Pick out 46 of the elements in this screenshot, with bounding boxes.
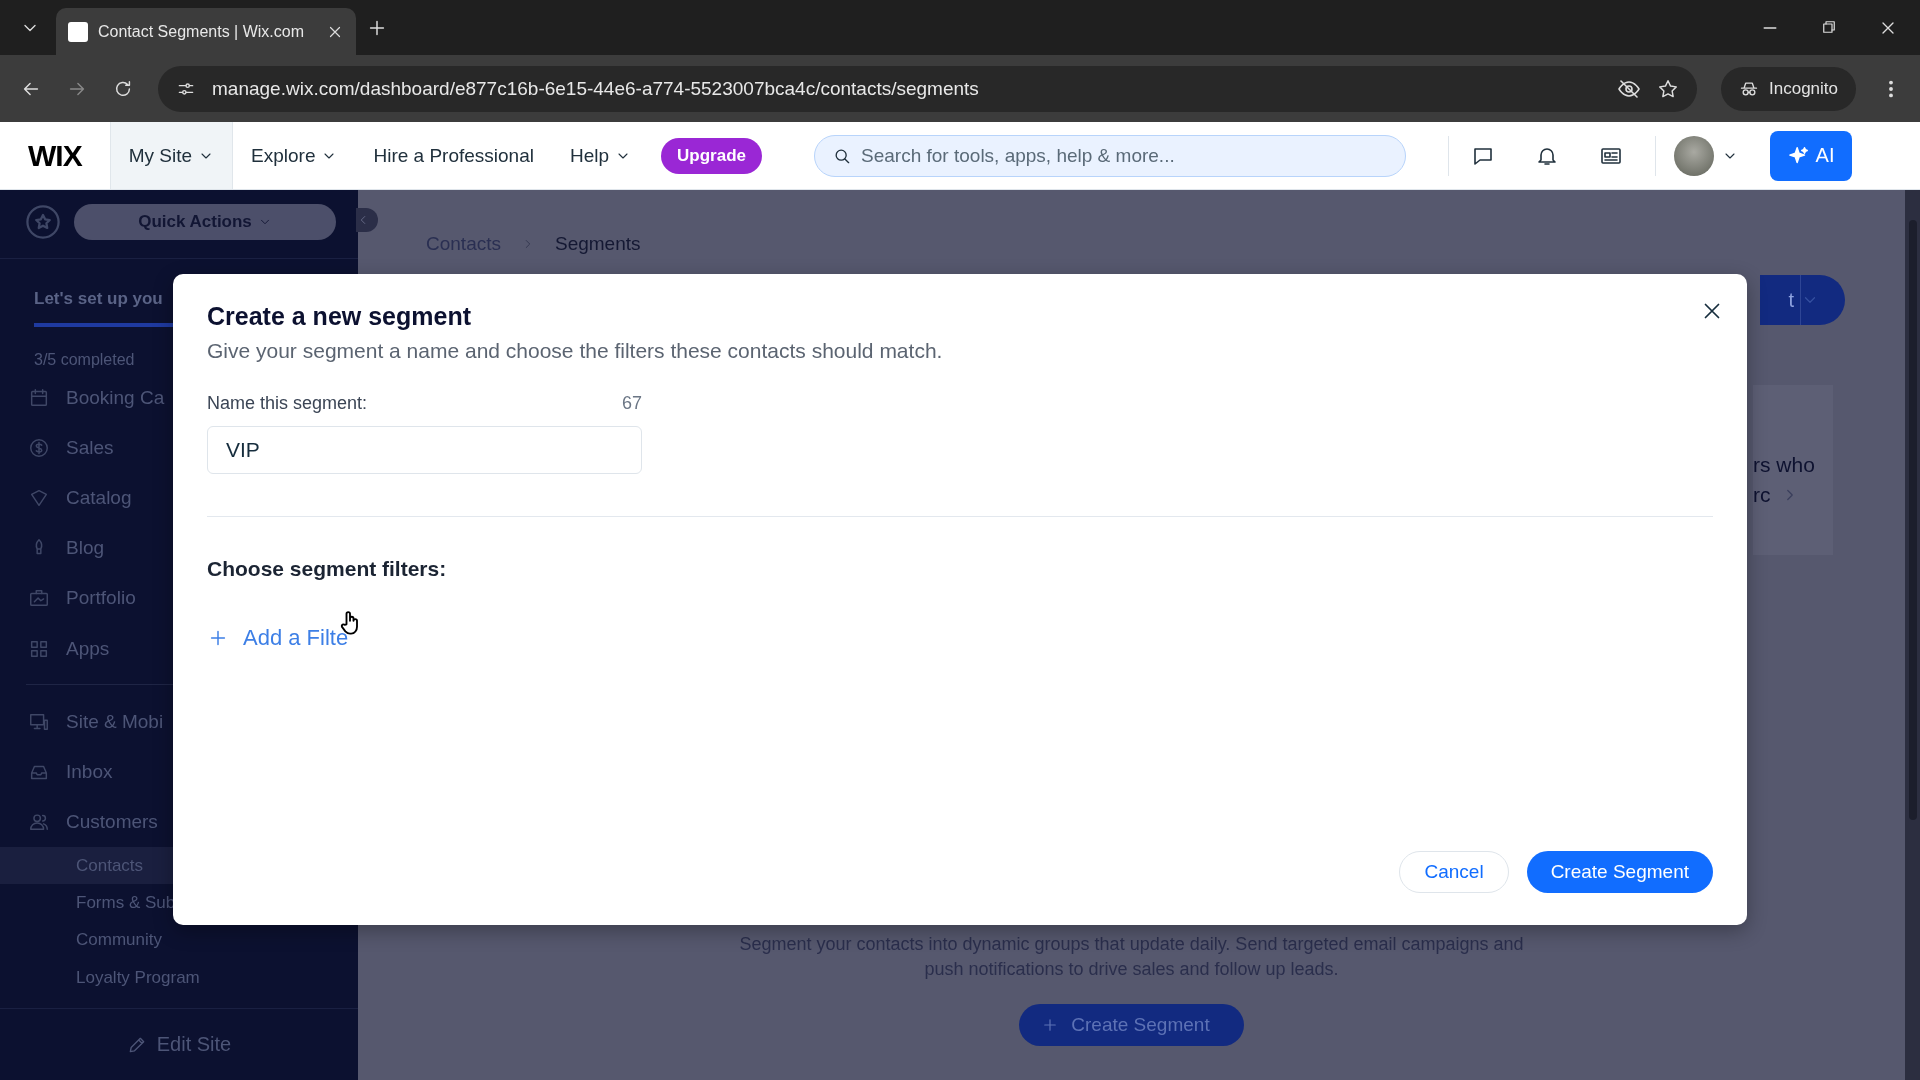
- sidebar-item[interactable]: Site & Mobi: [0, 696, 173, 747]
- section-title: Choose segment filters:: [207, 557, 448, 581]
- sidebar-item[interactable]: Apps: [0, 623, 173, 674]
- segment-name-field[interactable]: VIP: [207, 426, 642, 474]
- cancel-button[interactable]: Cancel: [1399, 851, 1509, 893]
- sidebar-item[interactable]: Customers: [0, 796, 173, 847]
- avatar[interactable]: [1674, 135, 1715, 176]
- nav-menu[interactable]: Hire a Professional: [355, 122, 552, 189]
- split-button[interactable]: t: [1760, 275, 1845, 325]
- bookmark-star-icon[interactable]: [1657, 77, 1679, 100]
- field-label: Name this segment:: [207, 393, 368, 414]
- ai-button[interactable]: AI: [1770, 130, 1853, 181]
- wix-logo: WIX: [27, 137, 84, 174]
- character-counter: 67: [621, 393, 642, 414]
- search-field[interactable]: Search for tools, apps, help & more...: [814, 134, 1407, 177]
- modal-subtitle: Give your segment a name and choose the filters these contacts should match.: [207, 339, 944, 363]
- sidebar-subitem[interactable]: Loyalty Program: [0, 958, 200, 997]
- tab-title: Contact Segments | Wix.com: [98, 22, 305, 41]
- sidebar-item[interactable]: Sales: [0, 423, 173, 474]
- calendar-icon: [28, 387, 50, 409]
- breadcrumb-current: Segments: [555, 233, 641, 255]
- sidebar-item[interactable]: Blog: [0, 523, 173, 574]
- sidebar-item[interactable]: Portfolio: [0, 573, 173, 624]
- setup-title: Let's set up you: [34, 289, 163, 309]
- sidebar-subitem[interactable]: Contacts: [0, 846, 173, 885]
- card-text: rs who: [1753, 452, 1816, 478]
- card-text: rc: [1753, 482, 1771, 508]
- progress-text: 3/5 completed: [34, 350, 135, 369]
- dollar-icon: [28, 437, 50, 460]
- nav-menu[interactable]: My Site: [109, 122, 234, 189]
- sidebar-item[interactable]: Inbox: [0, 746, 173, 797]
- nav-menu[interactable]: Explore: [233, 122, 356, 189]
- incognito-badge[interactable]: Incognito: [1721, 66, 1856, 111]
- browser-tab[interactable]: Contact Segments | Wix.com: [56, 8, 356, 55]
- upgrade-button[interactable]: Upgrade: [661, 137, 763, 174]
- site-favicon: [68, 21, 88, 42]
- sidebar-item[interactable]: Catalog: [0, 473, 173, 524]
- sidebar-item[interactable]: Booking Ca: [0, 372, 173, 424]
- address-bar[interactable]: manage.wix.com/dashboard/e877c16b-6e15-44e6-a774-5523007bca4c/contacts/segments: [158, 65, 1697, 112]
- nav-menu[interactable]: Help: [552, 122, 650, 189]
- create-segment-button[interactable]: Create Segment: [1019, 1004, 1244, 1046]
- create-segment-button[interactable]: Create Segment: [1526, 851, 1713, 893]
- add-filter-link[interactable]: Add a Filte: [207, 625, 349, 651]
- quick-actions-button[interactable]: Quick Actions: [74, 204, 336, 240]
- modal-title: Create a new segment: [207, 302, 472, 331]
- sidebar-subitem[interactable]: Community: [0, 921, 173, 959]
